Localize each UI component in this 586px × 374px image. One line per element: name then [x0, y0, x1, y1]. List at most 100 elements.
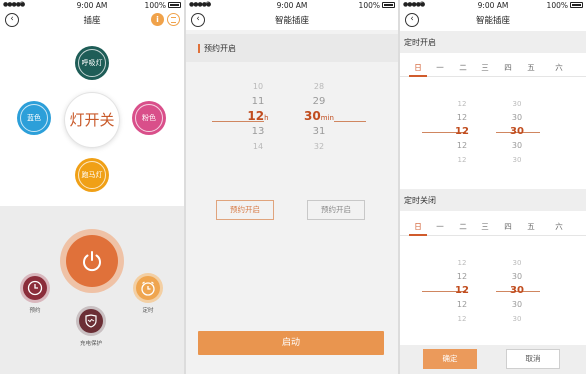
timer-off-header: 定时关闭: [400, 189, 586, 211]
hour-picker[interactable]: 10 11 12h 13 14: [240, 79, 276, 154]
picker-value-selected: 12h: [247, 109, 269, 123]
picker-value-selected: 30min: [304, 109, 334, 123]
picker-value: 29: [312, 96, 326, 107]
off-hour-picker[interactable]: 12 12 12 12 12: [444, 256, 480, 326]
light-switch-button[interactable]: 灯开关: [65, 93, 119, 147]
battery-percent: 100%: [358, 1, 380, 10]
section-title: 预约开启: [204, 44, 236, 53]
schedule-on-button-right[interactable]: 预约开启: [307, 200, 365, 220]
cancel-button[interactable]: 取消: [506, 349, 560, 369]
picker-value: 10: [252, 82, 264, 91]
minute-picker[interactable]: 28 29 30min 31 32: [299, 79, 339, 154]
picker-value: 30: [512, 156, 522, 164]
screen-timer-settings: ●●●●● ◠ 9:00 AM 100% ‹ 智能插座 定时开启 日 一 二 三…: [400, 0, 586, 374]
battery-icon: [570, 2, 583, 8]
tab-wednesday[interactable]: 三: [475, 62, 495, 73]
picker-value-selected: 12: [455, 285, 469, 296]
picker-value: 31: [312, 126, 326, 137]
picker-value-selected: 12: [455, 126, 469, 137]
off-minute-picker[interactable]: 30 30 30 30 30: [499, 256, 535, 326]
picker-value: 30: [511, 300, 523, 309]
start-button[interactable]: 启动: [198, 331, 384, 355]
blue-color-button[interactable]: 蓝色: [17, 101, 51, 135]
screen-schedule-on: ●●●●● ◠ 9:00 AM 100% ‹ 智能插座 预约开启 10 11 1…: [186, 0, 398, 374]
timer-button[interactable]: [133, 273, 163, 303]
schedule-on-button-left[interactable]: 预约开启: [216, 200, 274, 220]
marquee-light-button[interactable]: 跑马灯: [75, 158, 109, 192]
battery-icon: [168, 2, 181, 8]
weekday-tabs-on: 日 一 二 三 四 五 六: [400, 57, 586, 77]
shield-icon: [85, 314, 97, 328]
alarm-clock-icon: [141, 281, 155, 296]
tab-indicator: [409, 75, 427, 77]
confirm-button[interactable]: 确定: [423, 349, 477, 369]
tab-sunday[interactable]: 日: [408, 62, 428, 73]
tab-tuesday[interactable]: 二: [453, 221, 473, 232]
picker-value: 11: [251, 96, 265, 107]
picker-value-selected: 30: [510, 126, 524, 137]
power-button[interactable]: [60, 229, 124, 293]
clock-icon: [27, 280, 43, 296]
pink-color-button[interactable]: 粉色: [132, 101, 166, 135]
tab-friday[interactable]: 五: [521, 221, 541, 232]
tab-monday[interactable]: 一: [430, 221, 450, 232]
battery-percent: 100%: [546, 1, 568, 10]
tab-thursday[interactable]: 四: [498, 221, 518, 232]
nav-bar: ‹ 智能插座: [186, 11, 398, 30]
timer-off-title: 定时关闭: [404, 196, 436, 205]
tab-tuesday[interactable]: 二: [453, 62, 473, 73]
tab-wednesday[interactable]: 三: [475, 221, 495, 232]
breathing-light-button[interactable]: 呼吸灯: [75, 46, 109, 80]
picker-value: 28: [313, 82, 325, 91]
timer-label: 定时: [142, 308, 154, 314]
page-title: 智能插座: [274, 16, 309, 26]
picker-value: 30: [511, 113, 523, 122]
status-bar: ●●●●● ◠ 9:00 AM 100%: [0, 0, 184, 11]
tab-saturday[interactable]: 六: [549, 62, 569, 73]
schedule-label: 预约: [29, 308, 41, 314]
power-icon: [83, 251, 101, 272]
picker-value-selected: 30: [510, 285, 524, 296]
charge-protection-button[interactable]: [76, 306, 106, 336]
on-minute-picker[interactable]: 30 30 30 30 30: [499, 97, 535, 167]
picker-value: 30: [512, 315, 522, 323]
status-bar: ●●●●● ◠ 9:00 AM 100%: [400, 0, 586, 11]
section-header: 预约开启: [186, 34, 398, 62]
status-bar: ●●●●● ◠ 9:00 AM 100%: [186, 0, 398, 11]
picker-value: 12: [457, 100, 467, 108]
battery-icon: [382, 2, 395, 8]
picker-value: 30: [512, 100, 522, 108]
tab-thursday[interactable]: 四: [498, 62, 518, 73]
picker-value: 13: [251, 126, 265, 137]
nav-bar: ‹ 智能插座: [400, 11, 586, 30]
picker-value: 30: [512, 259, 522, 267]
screen-socket-control: ●●●●● ◠ 9:00 AM 100% ‹ 插座 i 呼吸灯 蓝色 粉色 跑马…: [0, 0, 184, 374]
picker-value: 12: [456, 272, 468, 281]
schedule-button[interactable]: [20, 273, 50, 303]
tab-saturday[interactable]: 六: [549, 221, 569, 232]
info-icon[interactable]: i: [151, 13, 164, 26]
tab-friday[interactable]: 五: [521, 62, 541, 73]
picker-value: 14: [252, 142, 264, 151]
dialog-footer: 确定 取消: [400, 345, 586, 374]
timer-on-header: 定时开启: [400, 31, 586, 53]
tab-monday[interactable]: 一: [430, 62, 450, 73]
picker-value: 12: [456, 141, 468, 150]
picker-value: 30: [511, 141, 523, 150]
menu-icon[interactable]: [167, 13, 180, 26]
tab-indicator: [409, 234, 427, 236]
picker-value: 12: [457, 315, 467, 323]
tab-sunday[interactable]: 日: [408, 221, 428, 232]
charge-protection-label: 充电保护: [79, 341, 102, 347]
picker-value: 12: [457, 156, 467, 164]
picker-value: 12: [457, 259, 467, 267]
picker-value: 12: [456, 113, 468, 122]
weekday-tabs-off: 日 一 二 三 四 五 六: [400, 216, 586, 236]
picker-value: 30: [511, 272, 523, 281]
battery-percent: 100%: [144, 1, 166, 10]
timer-on-title: 定时开启: [404, 38, 436, 47]
picker-value: 32: [313, 142, 325, 151]
nav-bar: ‹ 插座 i: [0, 11, 184, 30]
on-hour-picker[interactable]: 12 12 12 12 12: [444, 97, 480, 167]
page-title: 智能插座: [475, 16, 510, 26]
